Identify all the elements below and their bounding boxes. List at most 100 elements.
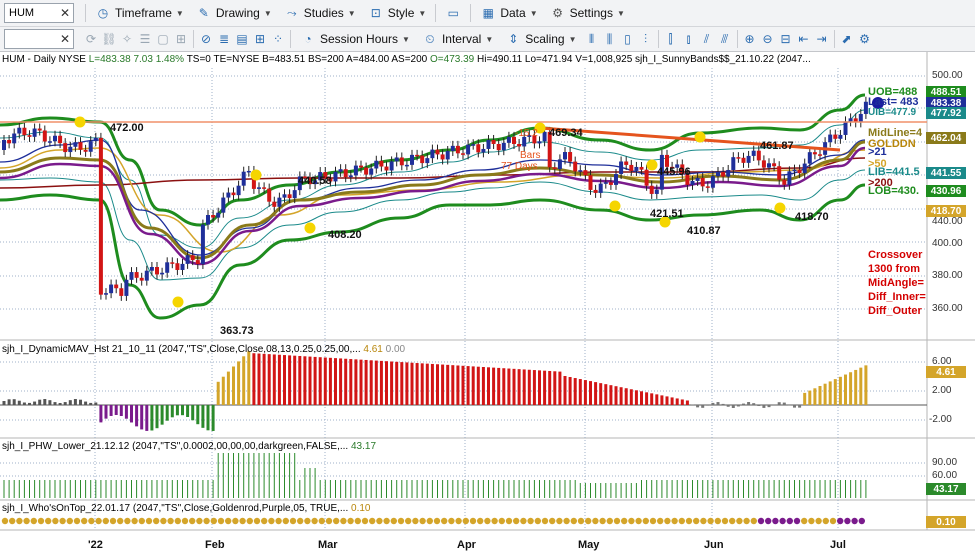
link-icon[interactable]: ⛓	[100, 30, 118, 48]
toolbar-divider	[736, 30, 738, 48]
scaling-label: Scaling	[525, 32, 565, 46]
whos-on-top-dot	[851, 517, 858, 525]
histogram-bar	[425, 363, 429, 405]
whos-on-top-dot	[131, 517, 138, 525]
heikin-icon[interactable]: ⫾	[680, 30, 698, 48]
candle-body	[818, 154, 822, 156]
candle-body	[68, 146, 73, 153]
whos-on-top-dot	[174, 517, 181, 525]
candle-body	[7, 140, 12, 144]
whos-on-top-dot	[621, 517, 628, 525]
histogram-bar	[206, 405, 210, 431]
zoom-in-icon[interactable]: ⊕	[741, 30, 759, 48]
zoom-out-icon[interactable]: ⊖	[759, 30, 777, 48]
clear-symbol-icon[interactable]: ✕	[60, 6, 70, 20]
quote-details: TS=0 TE=NYSE B=483.51 BS=200 A=484.00 AS…	[186, 54, 428, 65]
bars-icon[interactable]: ▤	[233, 30, 251, 48]
price-annotation: 410.87	[687, 225, 721, 237]
price-annotation: 363.73	[220, 325, 254, 337]
whos-on-top-dot	[81, 517, 88, 525]
candle-body	[343, 169, 348, 178]
candle-body	[63, 143, 68, 153]
bars-note: Bars	[520, 150, 541, 161]
support-price-badge: 418.70	[926, 205, 966, 217]
candle-body	[588, 175, 593, 190]
scroll-right-icon[interactable]: ⇥	[813, 30, 831, 48]
scatter-icon[interactable]: ⁘	[269, 30, 287, 48]
list-icon[interactable]: ☰	[136, 30, 154, 48]
histogram-bar	[757, 405, 761, 407]
volume-bars-icon[interactable]: ⫿	[662, 30, 680, 48]
chart-settings-icon[interactable]: ⚙	[856, 30, 874, 48]
whos-on-top-dot	[563, 517, 570, 525]
whos-on-top-dot	[585, 517, 592, 525]
histogram-bar	[73, 399, 77, 405]
histogram-bar	[308, 356, 312, 405]
drawing-menu[interactable]: ✎ Drawing ▼	[190, 2, 278, 24]
candle-body	[858, 113, 863, 123]
secondary-toolbar: ✕ ⟳ ⛓ ✧ ☰ ▢ ⊞ ⊘ ≣ ▤ ⊞ ⁘ ◔ Session Hours …	[0, 27, 975, 52]
session-hours-menu[interactable]: ◔ Session Hours ▼	[294, 28, 416, 50]
study2-header: sjh_I_DynamicMAV_Hst 21_10_11 (2047,"TS"…	[2, 344, 405, 355]
whos-on-top-dot	[700, 517, 707, 525]
trend-chart-icon[interactable]: ⬈	[838, 30, 856, 48]
candle-body	[359, 165, 363, 168]
no-entry-icon[interactable]: ⊘	[197, 30, 215, 48]
histogram-bar	[436, 364, 439, 405]
interval-menu[interactable]: ⏲ Interval ▼	[416, 28, 499, 50]
candle-body	[139, 277, 144, 281]
zoom-fit-icon[interactable]: ⊟	[777, 30, 795, 48]
candle-body	[634, 166, 639, 171]
histogram-bar	[833, 379, 837, 405]
grid-icon[interactable]: ⊞	[251, 30, 269, 48]
settings-menu[interactable]: ⚙ Settings ▼	[544, 2, 631, 24]
histogram-bar	[2, 401, 6, 405]
ohlc-icon[interactable]: ⫶	[637, 30, 655, 48]
histogram-bar	[558, 371, 562, 405]
refresh-icon[interactable]: ⟳	[82, 30, 100, 48]
interval-input[interactable]: ✕	[4, 29, 74, 49]
style-menu[interactable]: ⊡ Style ▼	[362, 2, 433, 24]
candle-body	[705, 186, 710, 188]
candle-body	[501, 142, 506, 151]
candle-style-icon[interactable]: ⫼	[601, 30, 619, 48]
histogram-bar	[277, 354, 281, 405]
timeframe-menu[interactable]: ◷ Timeframe ▼	[89, 2, 190, 24]
renko-icon[interactable]: ⫻	[716, 30, 734, 48]
clock-icon: ◔	[304, 32, 312, 46]
layout-button[interactable]: ▭	[439, 2, 467, 24]
histogram-bar	[752, 403, 756, 405]
study4-value: 0.10	[351, 503, 371, 514]
histogram-bar	[762, 405, 766, 408]
frame-icon[interactable]: ⊞	[172, 30, 190, 48]
histogram-bar	[589, 381, 592, 405]
range-bars-icon[interactable]: ⫽	[698, 30, 716, 48]
histogram-bar	[385, 361, 388, 405]
studies-menu[interactable]: ⤳ Studies ▼	[278, 2, 362, 24]
symbol-input[interactable]: HUM ✕	[4, 3, 74, 23]
bar-style-icon[interactable]: ⫴	[583, 30, 601, 48]
chevron-down-icon: ▼	[485, 34, 494, 44]
whos-on-top-dot	[109, 517, 117, 525]
whos-on-top-dot	[664, 517, 671, 525]
high-low-volume: Hi=490.11 Lo=471.94 V=1,008,925	[477, 54, 633, 65]
scroll-left-icon[interactable]: ⇤	[795, 30, 813, 48]
histogram-bar	[685, 400, 689, 405]
candle-body	[425, 158, 430, 164]
data-menu[interactable]: ▦ Data ▼	[474, 2, 543, 24]
align-icon[interactable]: ≣	[215, 30, 233, 48]
whos-on-top-dot	[354, 517, 361, 525]
whos-on-top-dot	[376, 517, 383, 525]
ma21-label: >21	[868, 146, 887, 158]
price-chart-canvas[interactable]	[0, 52, 975, 556]
open-price: O=473.39	[430, 54, 475, 65]
candle-hollow-icon[interactable]: ▯	[619, 30, 637, 48]
candle-body	[389, 161, 394, 171]
whos-on-top-dot	[1, 517, 9, 525]
compass-icon[interactable]: ✧	[118, 30, 136, 48]
window-icon[interactable]: ▢	[154, 30, 172, 48]
whos-on-top-dot	[678, 517, 685, 525]
histogram-bar	[680, 399, 684, 405]
clear-interval-icon[interactable]: ✕	[60, 32, 70, 46]
scaling-menu[interactable]: ⇕ Scaling ▼	[499, 28, 582, 50]
